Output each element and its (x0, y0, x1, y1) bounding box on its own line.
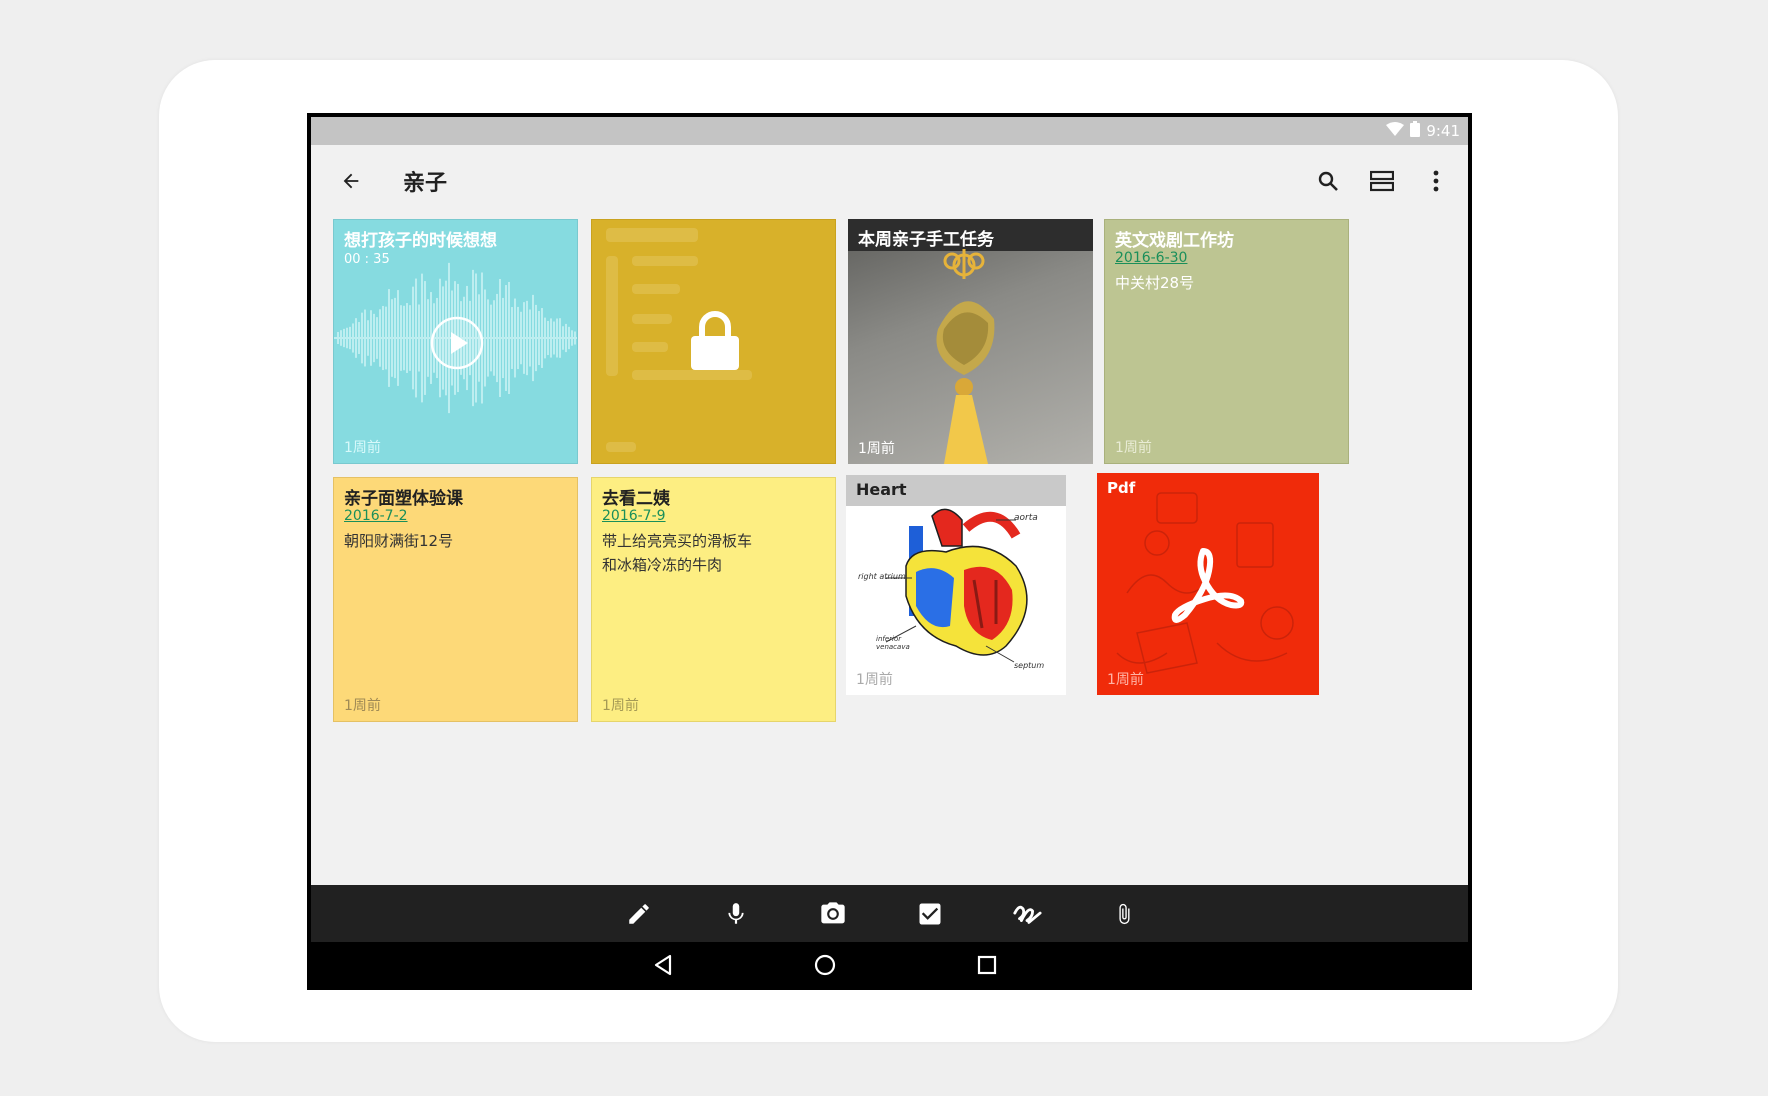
note-card-audio[interactable]: 想打孩子的时候想想 00 : 35 1周前 (333, 219, 578, 464)
diagram-label: inferior venacava (876, 635, 910, 651)
audio-duration: 00 : 35 (344, 252, 390, 267)
card-text-line: 和冰箱冷冻的牛肉 (602, 556, 723, 574)
card-date-link[interactable]: 2016-7-9 (602, 508, 666, 524)
nav-back-icon[interactable] (650, 952, 676, 978)
card-time-ago: 1周前 (858, 441, 895, 457)
pencil-icon[interactable] (624, 899, 654, 929)
card-time-ago: 1周前 (856, 672, 893, 688)
card-text-line: 带上给亮亮买的滑板车 (602, 532, 753, 550)
page-title: 亲子 (403, 171, 448, 196)
acrobat-logo-icon (1165, 545, 1249, 633)
card-title: 去看二姨 (602, 489, 670, 509)
card-time-ago: 1周前 (344, 440, 381, 456)
battery-icon (1410, 121, 1421, 141)
app-bar: 亲子 (311, 145, 1468, 215)
card-text-line: 中关村28号 (1115, 274, 1195, 292)
microphone-icon[interactable] (721, 899, 751, 929)
nav-home-icon[interactable] (812, 952, 838, 978)
system-nav-bar (311, 942, 1468, 986)
wifi-icon (1386, 122, 1405, 140)
card-time-ago: 1周前 (1107, 672, 1144, 688)
app-surface: 9:41 亲子 想打孩子的时候想想 00: 35 1周前 本周亲子手工任务 1… (311, 117, 1468, 986)
diagram-label: septum (1014, 661, 1045, 670)
note-card-pdf[interactable]: Pdf 1周前 (1097, 473, 1319, 695)
play-icon[interactable] (430, 316, 484, 374)
card-title: 本周亲子手工任务 (858, 230, 994, 250)
knot-photo (936, 249, 995, 464)
card-text-line: 朝阳财满街12号 (344, 532, 454, 550)
note-card-photo[interactable]: 本周亲子手工任务 1周前 (848, 219, 1093, 464)
more-vert-icon[interactable] (1422, 167, 1450, 195)
note-card-text[interactable]: 去看二姨 2016-7-9 带上给亮亮买的滑板车 和冰箱冷冻的牛肉 1周前 (591, 477, 836, 722)
quick-add-toolbar (311, 885, 1468, 942)
diagram-label: aorta (1014, 513, 1038, 523)
status-time: 9:41 (1426, 122, 1460, 140)
card-time-ago: 1周前 (602, 698, 639, 714)
card-date-link[interactable]: 2016-7-2 (344, 508, 408, 524)
arrow-back-icon[interactable] (337, 167, 365, 195)
diagram-label: right atrium (858, 572, 906, 581)
card-title: Pdf (1107, 479, 1136, 497)
note-card-image[interactable]: Heart aorta right atrium inferior venaca… (846, 475, 1066, 695)
status-bar: 9:41 (311, 117, 1468, 145)
card-title: 英文戏剧工作坊 (1115, 231, 1234, 251)
card-title: 想打孩子的时候想想 (344, 231, 497, 251)
checkbox-icon[interactable] (915, 899, 945, 929)
handwriting-icon[interactable] (1012, 899, 1042, 929)
device-screen: 9:41 亲子 想打孩子的时候想想 00: 35 1周前 本周亲子手工任务 1… (307, 113, 1472, 990)
note-card-text[interactable]: 英文戏剧工作坊 2016-6-30 中关村28号 1周前 (1104, 219, 1349, 464)
card-time-ago: 1周前 (344, 698, 381, 714)
note-card-locked[interactable] (591, 219, 836, 464)
card-title: 亲子面塑体验课 (344, 489, 463, 509)
note-card-text[interactable]: 亲子面塑体验课 2016-7-2 朝阳财满街12号 1周前 (333, 477, 578, 722)
camera-icon[interactable] (818, 899, 848, 929)
card-time-ago: 1周前 (1115, 440, 1152, 456)
lock-icon (689, 310, 741, 376)
search-icon[interactable] (1314, 167, 1342, 195)
list-view-icon[interactable] (1368, 167, 1396, 195)
attachment-icon[interactable] (1109, 899, 1139, 929)
card-title: Heart (856, 480, 907, 499)
nav-recents-icon[interactable] (974, 952, 1000, 978)
card-date-link[interactable]: 2016-6-30 (1115, 250, 1187, 266)
